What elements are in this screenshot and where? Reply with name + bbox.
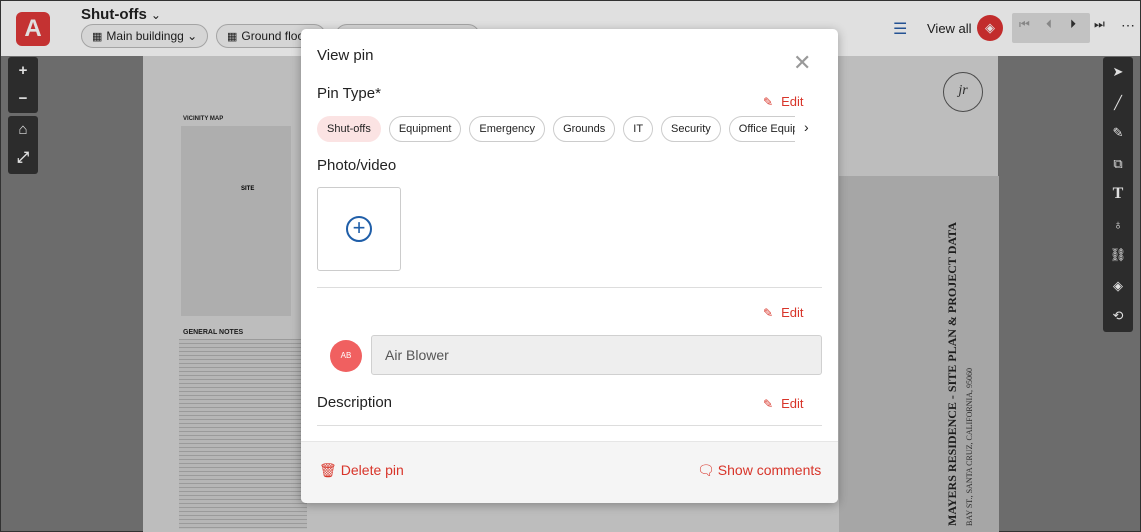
delete-pin-button[interactable]: 🗑 Delete pin (319, 462, 404, 479)
edit-assignee-button[interactable]: ✎ Edit (763, 305, 803, 320)
chevron-right-icon[interactable]: › (804, 119, 809, 135)
show-comments-button[interactable]: 🗨 Show comments (697, 462, 821, 479)
plus-circle-icon: + (346, 216, 372, 242)
pencil-icon: ✎ (763, 306, 774, 320)
edit-description-button[interactable]: ✎ Edit (763, 396, 803, 411)
section-divider (317, 425, 822, 426)
delete-label: Delete pin (340, 462, 404, 478)
close-icon[interactable]: ✕ (793, 52, 811, 74)
pin-type-chips: Shut-offs Equipment Emergency Grounds IT Secu… (317, 116, 795, 142)
trash-icon: 🗑 (319, 462, 337, 478)
view-pin-dialog: View pin ✕ Pin Type* ✎ Edit Shut-offs Equi… (301, 29, 838, 503)
chip-shut-offs[interactable]: Shut-offs (317, 116, 381, 142)
pencil-icon: ✎ (763, 95, 774, 109)
add-photo-button[interactable]: + (317, 187, 401, 271)
chip-security[interactable]: Security (661, 116, 721, 142)
pin-type-label: Pin Type* (317, 85, 381, 102)
dialog-title: View pin (317, 47, 374, 64)
pencil-icon: ✎ (763, 397, 774, 411)
comments-label: Show comments (717, 462, 822, 478)
section-divider (317, 287, 822, 288)
edit-label: Edit (781, 94, 804, 109)
chip-office-equipment[interactable]: Office Equipm (728, 116, 795, 142)
pin-name-field[interactable]: Air Blower (371, 335, 822, 375)
photo-video-label: Photo/video (317, 157, 397, 174)
edit-pin-type-button[interactable]: ✎ Edit (763, 94, 803, 109)
chip-it[interactable]: IT (623, 116, 654, 142)
description-label: Description (317, 394, 393, 411)
edit-label: Edit (781, 305, 804, 320)
chip-grounds[interactable]: Grounds (553, 116, 616, 142)
dialog-footer: 🗑 Delete pin 🗨 Show comments (301, 441, 838, 503)
chip-emergency[interactable]: Emergency (469, 116, 546, 142)
comment-icon: 🗨 (697, 462, 715, 478)
edit-label: Edit (781, 396, 804, 411)
avatar: AB (330, 340, 362, 372)
chip-equipment[interactable]: Equipment (388, 116, 462, 142)
